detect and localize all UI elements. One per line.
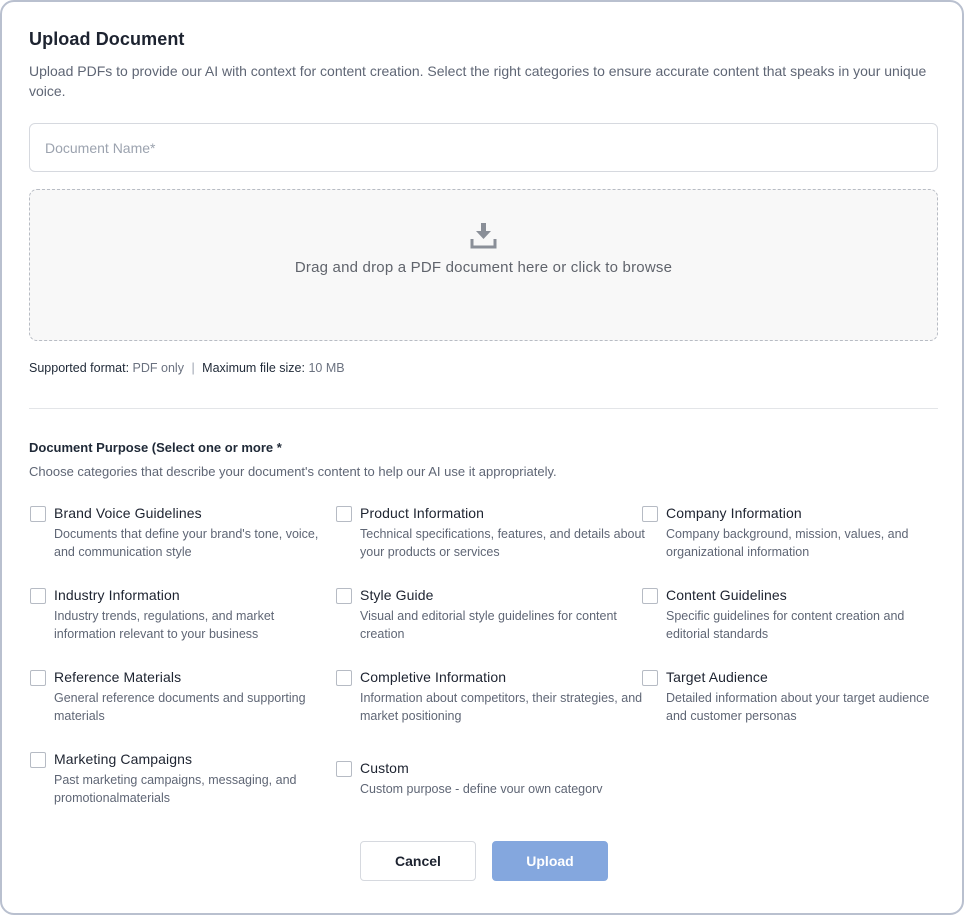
dialog-subtitle: Upload PDFs to provide our AI with conte…: [29, 63, 927, 99]
checkbox[interactable]: [30, 588, 46, 604]
option-label: Marketing Campaigns: [54, 751, 193, 767]
option-label: Content Guidelines: [666, 587, 787, 603]
format-value: PDF only: [132, 361, 184, 375]
option-description: Specific guidelines for content creation…: [666, 609, 905, 641]
cancel-button[interactable]: Cancel: [360, 841, 476, 881]
option-label: Product Information: [360, 505, 485, 521]
checkbox[interactable]: [642, 506, 658, 522]
option-description: Documents that define your brand's tone,…: [54, 527, 319, 559]
checkbox[interactable]: [30, 752, 46, 768]
document-name-input[interactable]: [29, 123, 938, 172]
option-description: Past marketing campaigns, messaging, and…: [54, 773, 297, 805]
size-label: Maximum file size:: [202, 361, 305, 375]
upload-document-dialog: Upload Document Upload PDFs to provide o…: [0, 0, 964, 915]
upload-button[interactable]: Upload: [492, 841, 608, 881]
option-description: Industry trends, regulations, and market…: [54, 609, 275, 641]
option-description: Custom purpose - define vour own categor…: [360, 782, 603, 796]
format-info: Supported format: PDF only | Maximum fil…: [29, 361, 345, 375]
option-description: Detailed information about your target a…: [666, 691, 930, 723]
purpose-subtitle: Choose categories that describe your doc…: [29, 464, 557, 479]
download-icon: [470, 223, 497, 249]
option-label: Reference Materials: [54, 669, 182, 685]
option-description: Visual and editorial style guidelines fo…: [360, 609, 617, 641]
checkbox[interactable]: [642, 670, 658, 686]
option-description: Technical specifications, features, and …: [360, 527, 645, 559]
option-label: Completive Information: [360, 669, 507, 685]
size-value: 10 MB: [308, 361, 345, 375]
dialog-title: Upload Document: [29, 29, 185, 49]
checkbox[interactable]: [336, 761, 352, 777]
dropzone-text: Drag and drop a PDF document here or cli…: [294, 259, 673, 276]
format-label: Supported format:: [29, 361, 130, 375]
pdf-dropzone[interactable]: Drag and drop a PDF document here or cli…: [29, 189, 938, 341]
option-description: Company background, mission, values, and…: [666, 527, 909, 559]
checkbox[interactable]: [336, 588, 352, 604]
option-description: General reference documents and supporti…: [54, 691, 306, 723]
checkbox[interactable]: [642, 588, 658, 604]
format-separator: |: [191, 361, 195, 375]
checkbox[interactable]: [30, 506, 46, 522]
option-description: Information about competitors, their str…: [360, 691, 643, 723]
option-label: Style Guide: [360, 587, 434, 603]
purpose-title: Document Purpose (Select one or more *: [29, 440, 282, 455]
checkbox[interactable]: [336, 506, 352, 522]
checkbox[interactable]: [30, 670, 46, 686]
option-label: Custom: [360, 760, 409, 776]
option-label: Company Information: [666, 505, 802, 521]
section-divider: [29, 408, 938, 409]
option-label: Target Audience: [666, 669, 768, 685]
option-label: Brand Voice Guidelines: [54, 505, 202, 521]
checkbox[interactable]: [336, 670, 352, 686]
option-label: Industry Information: [54, 587, 180, 603]
